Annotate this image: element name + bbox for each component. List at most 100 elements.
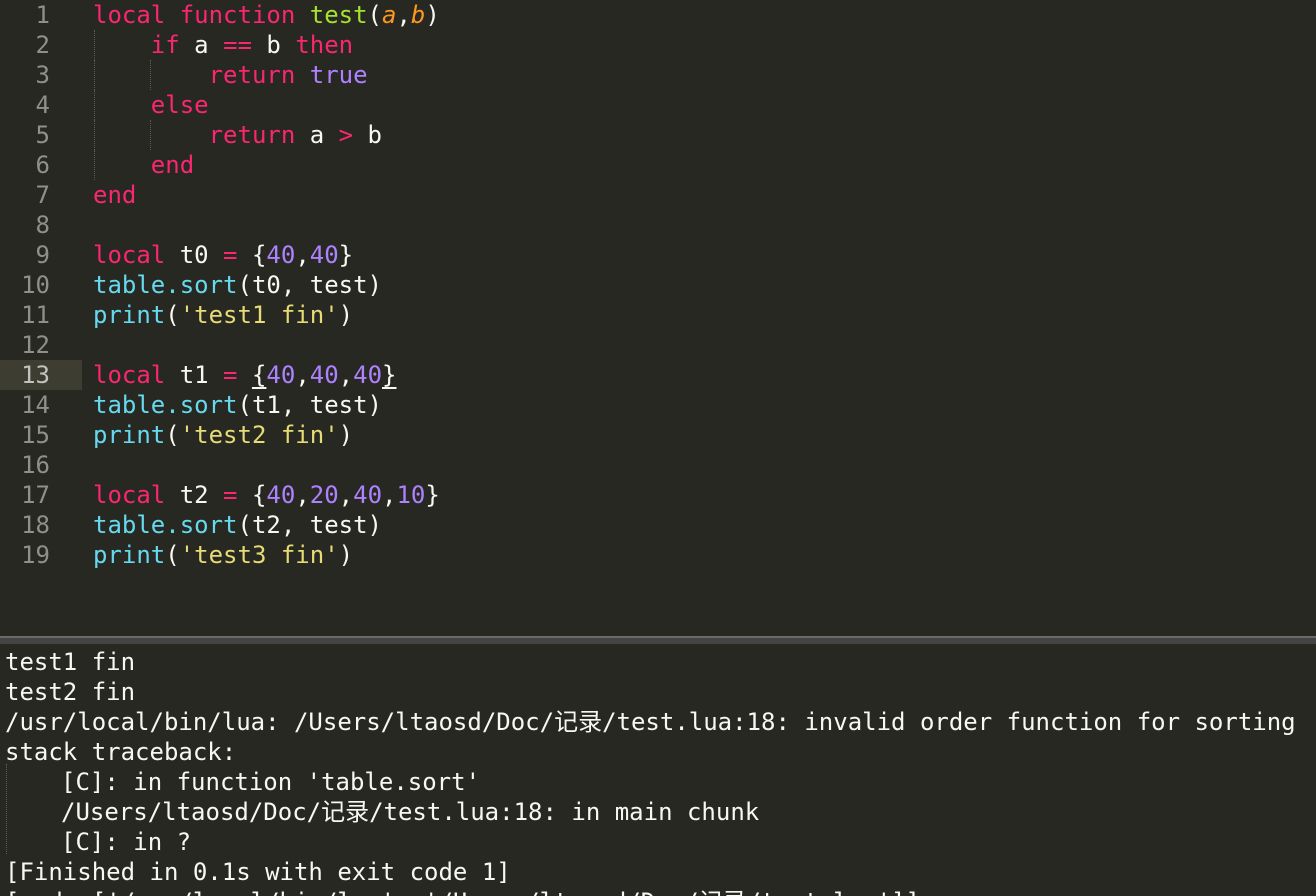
code-token: 'test1 fin' [179,301,339,329]
code-text[interactable]: local t0 = {40,40} [93,240,353,270]
line-number[interactable]: 5 [0,120,82,150]
code-token: 40 [309,241,339,269]
code-editor[interactable]: 1 local function test(a,b) 2 if a == b the… [0,0,1316,636]
line-number[interactable]: 10 [0,270,82,300]
code-token: local [93,1,166,29]
code-text[interactable]: print('test3 fin') [93,540,353,570]
code-token: ) [338,541,354,569]
console-line: [Finished in 0.1s with exit code 1] [5,858,511,886]
code-line[interactable]: 6 end [0,150,1316,180]
line-number[interactable]: 14 [0,390,82,420]
code-token: then [295,31,354,59]
code-token: else [150,91,209,119]
code-token: = [223,481,238,509]
line-number[interactable]: 7 [0,180,82,210]
code-token: ( [165,541,180,569]
code-token: , [338,361,354,389]
code-text[interactable]: else [93,90,209,120]
panel-divider[interactable] [0,636,1316,644]
line-number[interactable]: 1 [0,0,82,30]
code-token: b [353,121,383,149]
code-token: 40 [353,361,383,389]
code-token: local [93,241,166,269]
code-text[interactable]: return true [93,60,368,90]
code-line[interactable]: 17 local t2 = {40,20,40,10} [0,480,1316,510]
line-number[interactable]: 3 [0,60,82,90]
build-output-panel[interactable]: test1 fin test2 fin/usr/local/bin/lua: /U… [0,644,1316,896]
code-text[interactable]: local function test(a,b) [93,0,440,30]
code-token: 40 [266,241,296,269]
code-text[interactable]: table.sort(t1, test) [93,390,382,420]
line-number[interactable]: 12 [0,330,82,360]
line-number[interactable]: 13 [0,360,82,390]
code-line[interactable]: 14 table.sort(t1, test) [0,390,1316,420]
code-line[interactable]: 5 return a > b [0,120,1316,150]
code-text[interactable]: local t1 = {40,40,40} [93,360,396,390]
code-line[interactable]: 12 [0,330,1316,360]
indent-guide [94,30,95,60]
code-token: 40 [266,481,296,509]
code-line[interactable]: 11 print('test1 fin') [0,300,1316,330]
console-line: /usr/local/bin/lua: /Users/ltaosd/Doc/记录… [5,708,1296,736]
code-line[interactable]: 1 local function test(a,b) [0,0,1316,30]
code-token: = [223,241,238,269]
line-number[interactable]: 17 [0,480,82,510]
code-token: print [93,541,166,569]
code-token: ( [165,421,180,449]
code-token: 40 [353,481,383,509]
line-number[interactable]: 16 [0,450,82,480]
line-number[interactable]: 6 [0,150,82,180]
line-number[interactable]: 4 [0,90,82,120]
code-token: function [179,1,296,29]
code-text[interactable]: print('test1 fin') [93,300,353,330]
code-text[interactable]: table.sort(t0, test) [93,270,382,300]
line-number[interactable]: 19 [0,540,82,570]
code-token: 20 [309,481,339,509]
code-token: a [382,1,397,29]
line-number[interactable]: 2 [0,30,82,60]
code-line[interactable]: 16 [0,450,1316,480]
code-token: return [208,121,296,149]
code-token: table.sort [93,271,238,299]
code-text[interactable]: end [93,150,194,180]
code-line[interactable]: 4 else [0,90,1316,120]
line-number[interactable]: 11 [0,300,82,330]
code-text[interactable]: print('test2 fin') [93,420,353,450]
code-line[interactable]: 18 table.sort(t2, test) [0,510,1316,540]
console-line: /Users/ltaosd/Doc/记录/test.lua:18: in mai… [61,798,760,826]
line-number[interactable]: 15 [0,420,82,450]
code-token: 10 [396,481,426,509]
line-number[interactable]: 9 [0,240,82,270]
traceback-indent-guide [6,764,7,854]
code-text[interactable]: local t2 = {40,20,40,10} [93,480,440,510]
code-line[interactable]: 13 local t1 = {40,40,40} [0,360,1316,390]
code-line[interactable]: 19 print('test3 fin') [0,540,1316,570]
code-line[interactable]: 15 print('test2 fin') [0,420,1316,450]
code-line[interactable]: 7 end [0,180,1316,210]
line-number[interactable]: 18 [0,510,82,540]
code-line[interactable]: 9 local t0 = {40,40} [0,240,1316,270]
code-line[interactable]: 3 return true [0,60,1316,90]
code-text[interactable]: table.sort(t2, test) [93,510,382,540]
code-text[interactable]: if a == b then [93,30,353,60]
code-token: 40 [266,361,296,389]
code-token: ) [338,421,354,449]
code-token: end [150,151,195,179]
console-line: [C]: in ? [61,828,192,856]
code-token: table.sort [93,391,238,419]
code-token: { [251,361,267,389]
code-text[interactable]: return a > b [93,120,382,150]
code-token: , [295,361,310,389]
line-number[interactable]: 8 [0,210,82,240]
code-text[interactable]: end [93,180,136,210]
code-line[interactable]: 10 table.sort(t0, test) [0,270,1316,300]
code-token: { [237,241,267,269]
code-line[interactable]: 8 [0,210,1316,240]
code-token: , [295,241,310,269]
console-line: test1 fin [5,648,136,676]
code-line[interactable]: 2 if a == b then [0,30,1316,60]
